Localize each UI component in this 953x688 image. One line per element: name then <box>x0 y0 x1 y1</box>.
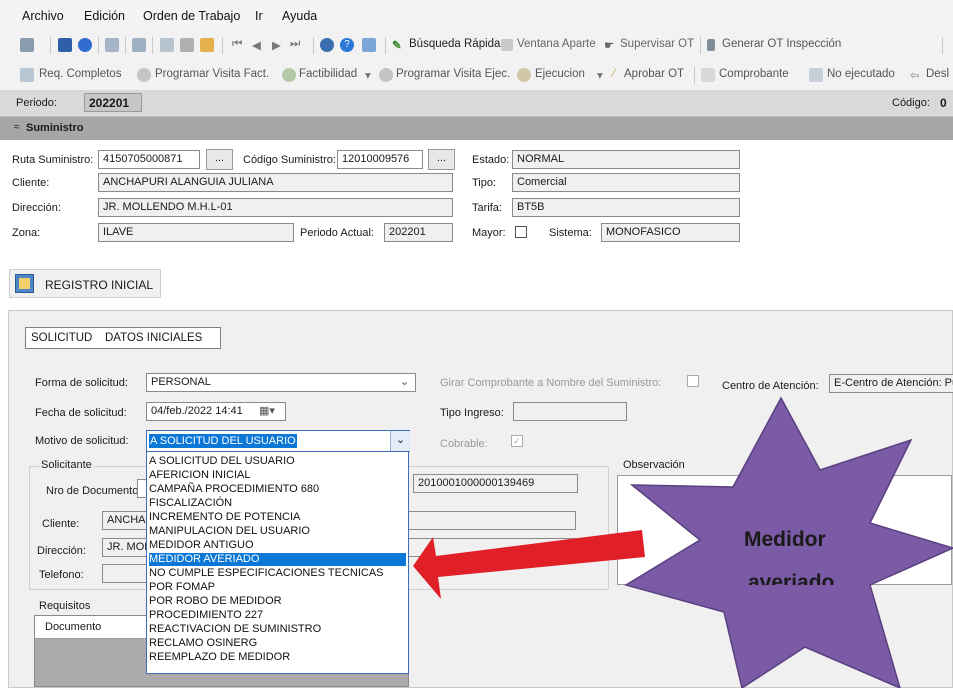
annotation-label-medidor: Medidor <box>744 528 826 551</box>
red-arrow <box>413 530 645 599</box>
annotation-overlay: Medidor averiado <box>413 396 953 688</box>
